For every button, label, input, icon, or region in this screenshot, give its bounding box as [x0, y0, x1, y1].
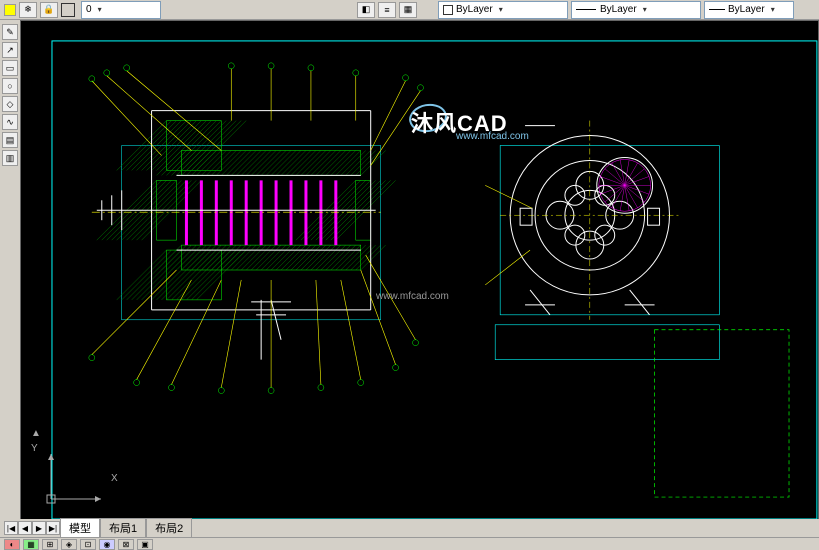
status-box[interactable]: ▦: [23, 539, 39, 550]
linetype-value: ByLayer: [600, 4, 637, 15]
side-toolbar: ✎ ↗ ▭ ○ ◇ ∿ ▤ ▥: [0, 20, 20, 520]
status-box[interactable]: ⊞: [42, 539, 58, 550]
draw-tool-polygon[interactable]: ◇: [2, 96, 18, 112]
linetype-preview: [576, 9, 596, 10]
draw-tool-circle[interactable]: ○: [2, 78, 18, 94]
status-box[interactable]: ◉: [99, 539, 115, 550]
tool-btn-3[interactable]: ▦: [399, 2, 417, 18]
status-bar: ◐ ▦ ⊞ ◈ ⊡ ◉ ⊠ ▣: [0, 537, 819, 550]
tool-btn-1[interactable]: ◧: [357, 2, 375, 18]
layer-icon-1[interactable]: ❄: [19, 2, 37, 18]
draw-tool-hatch[interactable]: ▤: [2, 132, 18, 148]
lineweight-value: ByLayer: [728, 4, 765, 15]
top-toolbar: ❄ 🔒 0 ◧ ≡ ▦ ByLayer ByLayer ByLayer: [0, 0, 819, 20]
color-value: ByLayer: [456, 4, 493, 15]
linetype-dropdown[interactable]: ByLayer: [571, 1, 701, 19]
tab-nav-first[interactable]: |◀: [4, 521, 18, 535]
draw-tool-spline[interactable]: ∿: [2, 114, 18, 130]
status-box[interactable]: ⊡: [80, 539, 96, 550]
tab-nav-prev[interactable]: ◀: [18, 521, 32, 535]
drawing-canvas[interactable]: 沐风CAD www.mfcad.com www.mfcad.com ▲ Y X: [20, 20, 819, 520]
status-box[interactable]: ▣: [137, 539, 153, 550]
cad-drawing: [21, 21, 818, 519]
color-swatch: [443, 5, 453, 15]
tabs-bar: |◀ ◀ ▶ ▶| 模型 布局1 布局2: [0, 519, 819, 537]
tab-model[interactable]: 模型: [60, 518, 100, 538]
center-watermark: www.mfcad.com: [376, 291, 449, 302]
axis-x-label: X: [111, 473, 118, 484]
layer-dropdown[interactable]: 0: [81, 1, 161, 19]
draw-tool-fill[interactable]: ▥: [2, 150, 18, 166]
ucs-icon: [41, 449, 111, 509]
status-box[interactable]: ⊠: [118, 539, 134, 550]
status-box[interactable]: ◈: [61, 539, 77, 550]
tab-layout2[interactable]: 布局2: [146, 518, 192, 538]
axis-y-label: ▲ Y: [31, 428, 41, 454]
main-area: ✎ ↗ ▭ ○ ◇ ∿ ▤ ▥ 沐风CAD www.mfcad.com www.…: [0, 20, 819, 520]
brand-url: www.mfcad.com: [456, 131, 529, 142]
tool-btn-2[interactable]: ≡: [378, 2, 396, 18]
tab-nav-next[interactable]: ▶: [32, 521, 46, 535]
tab-layout1[interactable]: 布局1: [100, 518, 146, 538]
status-box[interactable]: ◐: [4, 539, 20, 550]
draw-tool-rect[interactable]: ▭: [2, 60, 18, 76]
color-dropdown[interactable]: ByLayer: [438, 1, 568, 19]
layer-value: 0: [86, 4, 92, 15]
layer-swatch: [61, 3, 75, 17]
layer-color-1[interactable]: [4, 4, 16, 16]
tab-nav-last[interactable]: ▶|: [46, 521, 60, 535]
draw-tool-line[interactable]: ↗: [2, 42, 18, 58]
lineweight-preview: [709, 9, 725, 10]
draw-tool-pencil[interactable]: ✎: [2, 24, 18, 40]
layer-icon-2[interactable]: 🔒: [40, 2, 58, 18]
lineweight-dropdown[interactable]: ByLayer: [704, 1, 794, 19]
